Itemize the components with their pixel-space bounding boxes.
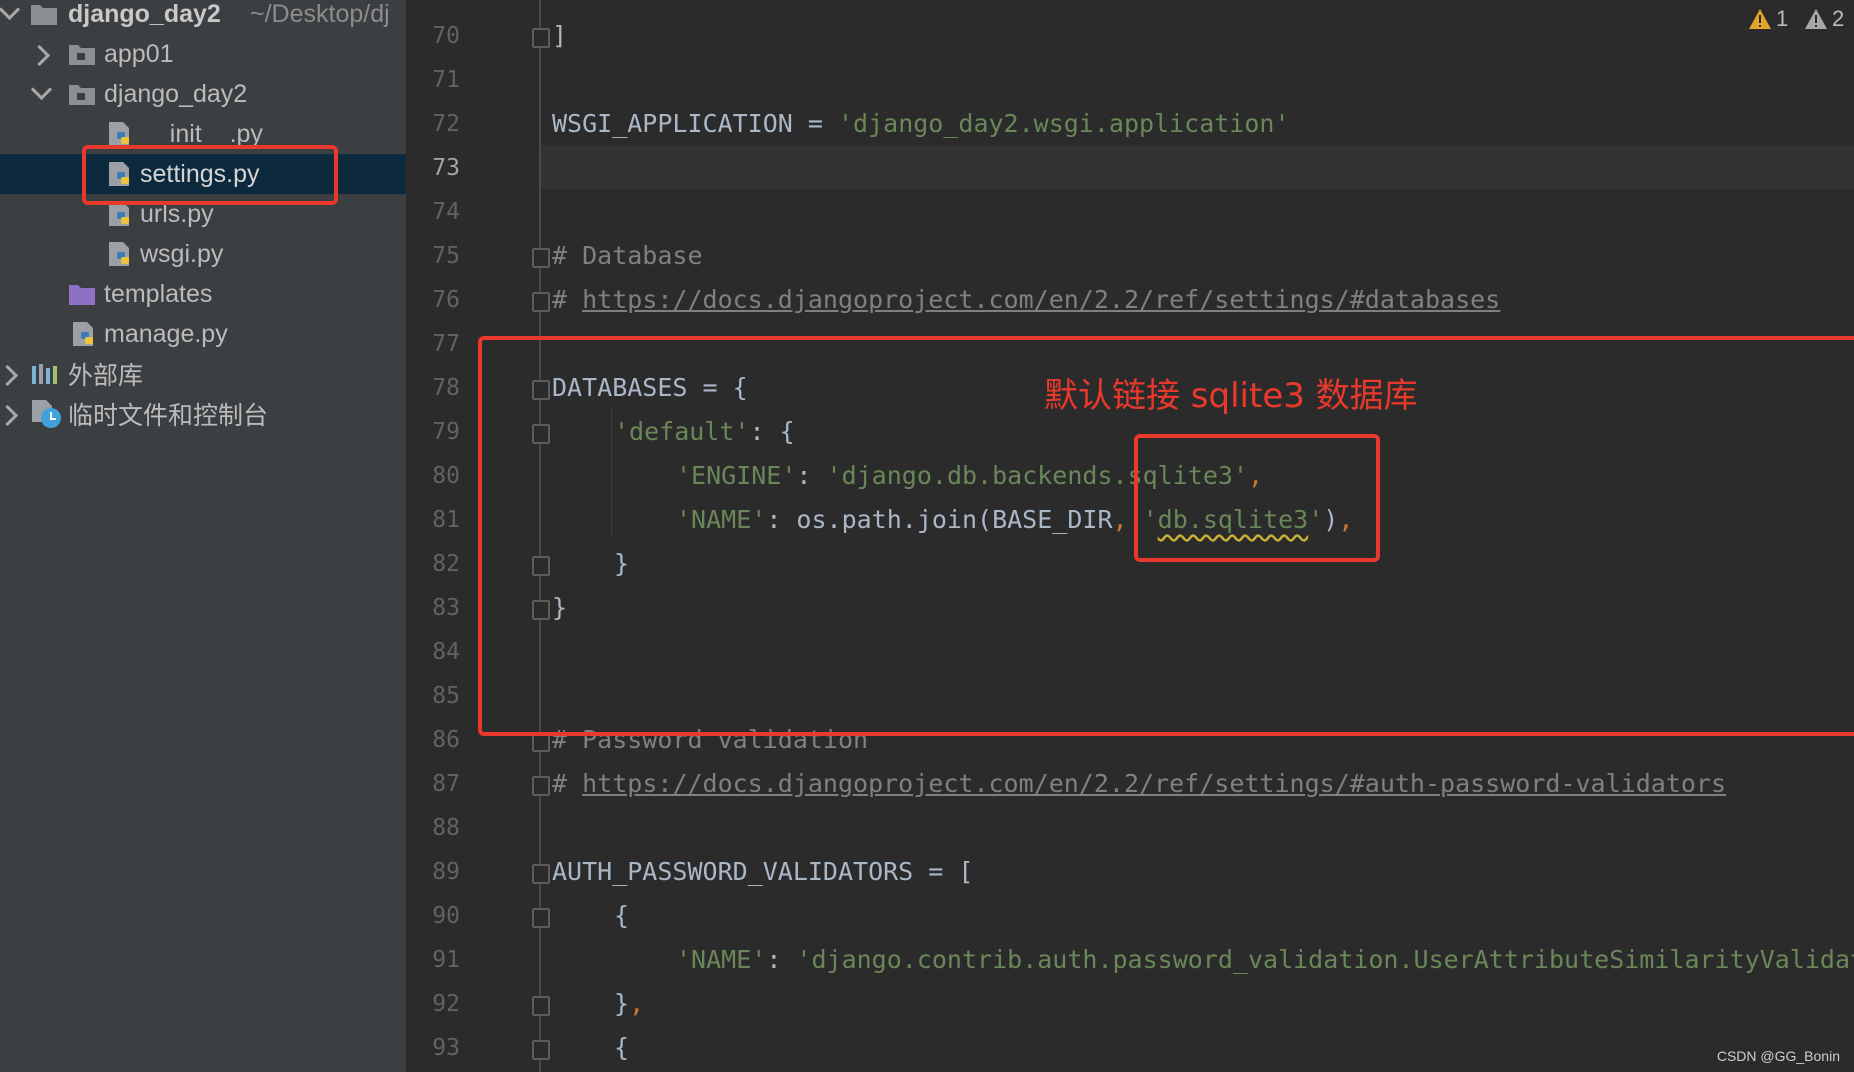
tree-item-label: 临时文件和控制台 <box>68 402 269 430</box>
package-folder-icon <box>69 45 95 65</box>
fold-marker-icon[interactable] <box>532 292 550 312</box>
line-number: 81 <box>432 507 460 533</box>
chevron-right-icon[interactable] <box>28 44 51 67</box>
code-text: # https://docs.djangoproject.com/en/2.2/… <box>552 285 1501 314</box>
code-line-71[interactable]: 71 <box>406 58 1854 102</box>
code-line-90[interactable]: 90 { <box>406 894 1854 938</box>
code-line-76[interactable]: 76 # https://docs.djangoproject.com/en/2… <box>406 278 1854 322</box>
code-text: WSGI_APPLICATION = 'django_day2.wsgi.app… <box>552 109 1290 138</box>
tree-item-label: 外部库 <box>68 362 144 390</box>
line-number: 70 <box>432 23 460 49</box>
scratch-clock-icon <box>32 400 61 428</box>
line-number: 71 <box>432 67 460 93</box>
code-line-89[interactable]: 89 AUTH_PASSWORD_VALIDATORS = [ <box>406 850 1854 894</box>
tree-item-project-root[interactable]: django_day2 ~/Desktop/dj <box>0 0 406 34</box>
python-file-icon <box>109 242 129 266</box>
code-line-72[interactable]: 72 WSGI_APPLICATION = 'django_day2.wsgi.… <box>406 102 1854 146</box>
project-name: django_day2 <box>68 0 221 28</box>
line-number: 92 <box>432 991 460 1017</box>
line-number: 90 <box>432 903 460 929</box>
fold-marker-icon[interactable] <box>532 996 550 1016</box>
highlight-box-sqlite3 <box>1134 434 1380 562</box>
line-number: 86 <box>432 727 460 753</box>
code-text: { <box>614 1033 630 1062</box>
code-line-93[interactable]: 93 { <box>406 1026 1854 1070</box>
tree-item-label: manage.py <box>104 319 228 348</box>
line-number: 77 <box>432 331 460 357</box>
code-text: # https://docs.djangoproject.com/en/2.2/… <box>552 769 1727 798</box>
line-number: 87 <box>432 771 460 797</box>
docs-link[interactable]: https://docs.djangoproject.com/en/2.2/re… <box>582 285 1500 314</box>
tree-item-label: templates <box>104 279 213 308</box>
code-text: AUTH_PASSWORD_VALIDATORS = [ <box>552 857 974 886</box>
code-text: }, <box>614 989 645 1018</box>
folder-icon <box>31 5 57 25</box>
chevron-right-icon[interactable] <box>0 404 19 427</box>
tree-item-label: django_day2 <box>104 79 248 108</box>
watermark: CSDN @GG_Bonin <box>1716 1048 1840 1064</box>
line-number: 79 <box>432 419 460 445</box>
line-number: 75 <box>432 243 460 269</box>
python-file-icon <box>73 322 93 346</box>
line-number: 72 <box>432 111 460 137</box>
fold-marker-icon[interactable] <box>532 248 550 268</box>
code-text: # Database <box>552 241 703 270</box>
code-line-87[interactable]: 87 # https://docs.djangoproject.com/en/2… <box>406 762 1854 806</box>
ide-window: django_day2 ~/Desktop/dj app01 django_da… <box>0 0 1854 1072</box>
package-folder-icon <box>69 85 95 105</box>
line-number: 84 <box>432 639 460 665</box>
docs-link[interactable]: https://docs.djangoproject.com/en/2.2/re… <box>582 769 1726 798</box>
tree-item-scratches-consoles[interactable]: 临时文件和控制台 <box>0 394 406 434</box>
line-number: 76 <box>432 287 460 313</box>
code-line-91[interactable]: 91 'NAME': 'django.contrib.auth.password… <box>406 938 1854 982</box>
fold-marker-icon[interactable] <box>532 28 550 48</box>
project-path: ~/Desktop/dj <box>250 0 390 28</box>
python-file-icon <box>109 122 129 146</box>
library-icon <box>32 364 57 384</box>
code-line-74[interactable]: 74 <box>406 190 1854 234</box>
code-line-70[interactable]: 70 ] <box>406 14 1854 58</box>
line-number: 80 <box>432 463 460 489</box>
tree-item-app01[interactable]: app01 <box>0 34 406 74</box>
chevron-down-icon[interactable] <box>0 0 21 21</box>
line-number: 85 <box>432 683 460 709</box>
fold-marker-icon[interactable] <box>532 864 550 884</box>
chevron-right-icon[interactable] <box>0 364 19 387</box>
line-number: 82 <box>432 551 460 577</box>
fold-marker-icon[interactable] <box>532 908 550 928</box>
tree-item-django-day2[interactable]: django_day2 <box>0 74 406 114</box>
line-number: 88 <box>432 815 460 841</box>
tree-item-external-libraries[interactable]: 外部库 <box>0 354 406 394</box>
project-tree: django_day2 ~/Desktop/dj app01 django_da… <box>0 0 406 1072</box>
code-text: ] <box>552 21 568 50</box>
tree-item-templates[interactable]: templates <box>0 274 406 314</box>
tree-item-manage-py[interactable]: manage.py <box>0 314 406 354</box>
chevron-down-icon[interactable] <box>30 78 53 101</box>
annotation-label: 默认链接 sqlite3 数据库 <box>1044 376 1418 416</box>
code-text: 'NAME': 'django.contrib.auth.password_va… <box>676 945 1854 974</box>
tree-item-label: wsgi.py <box>140 239 224 268</box>
fold-marker-icon[interactable] <box>532 1040 550 1060</box>
line-number: 91 <box>432 947 460 973</box>
code-line-92[interactable]: 92 }, <box>406 982 1854 1026</box>
tree-item-wsgi-py[interactable]: wsgi.py <box>0 234 406 274</box>
tree-item-label: app01 <box>104 39 174 68</box>
templates-folder-icon <box>69 285 95 305</box>
fold-marker-icon[interactable] <box>532 776 550 796</box>
code-line-75[interactable]: 75 # Database <box>406 234 1854 278</box>
code-text: { <box>614 901 630 930</box>
line-number: 89 <box>432 859 460 885</box>
line-number: 78 <box>432 375 460 401</box>
line-number: 73 <box>432 155 460 181</box>
line-number: 83 <box>432 595 460 621</box>
code-line-73[interactable]: 73 <box>406 146 1854 190</box>
line-number: 93 <box>432 1035 460 1061</box>
line-number: 74 <box>432 199 460 225</box>
code-line-88[interactable]: 88 <box>406 806 1854 850</box>
code-editor[interactable]: 1 2 70 ] 71 72 WSGI_APPLICATION = 'djang… <box>406 0 1854 1072</box>
highlight-box-settings <box>82 145 338 205</box>
